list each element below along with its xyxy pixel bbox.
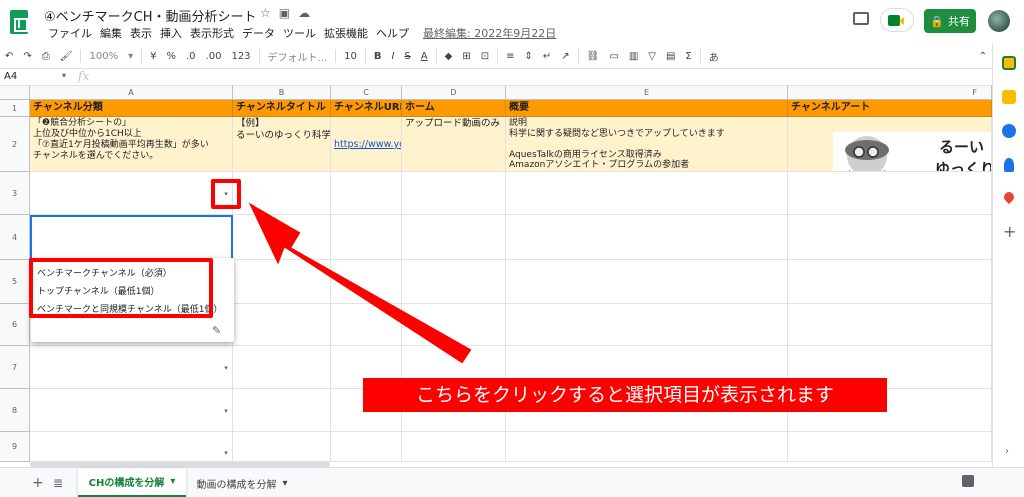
tab-ch-structure[interactable]: CHの構成を分解 ▾ (78, 468, 186, 497)
explore-icon[interactable] (962, 475, 974, 487)
tab-video-structure[interactable]: 動画の構成を分解 ▾ (188, 468, 296, 497)
all-sheets-icon[interactable]: ≣ (53, 476, 63, 490)
chevron-down-icon: ▾ (282, 477, 288, 489)
spreadsheet-app: ④ベンチマークCH・動画分析シート ☆ ▣ ☁ ファイル 編集 表示 挿入 表示… (0, 0, 1024, 497)
tab-label: CHの構成を分解 (88, 478, 165, 489)
chevron-down-icon: ▾ (170, 476, 176, 487)
tab-label: 動画の構成を分解 (196, 479, 277, 491)
annotation-arrow (248, 202, 472, 364)
sheet-tab-bar: + ≣ CHの構成を分解 ▾ 動画の構成を分解 ▾ (0, 467, 1024, 497)
add-sheet-icon[interactable]: + (32, 475, 44, 491)
annotation-callout: こちらをクリックすると選択項目が表示されます (363, 378, 887, 412)
